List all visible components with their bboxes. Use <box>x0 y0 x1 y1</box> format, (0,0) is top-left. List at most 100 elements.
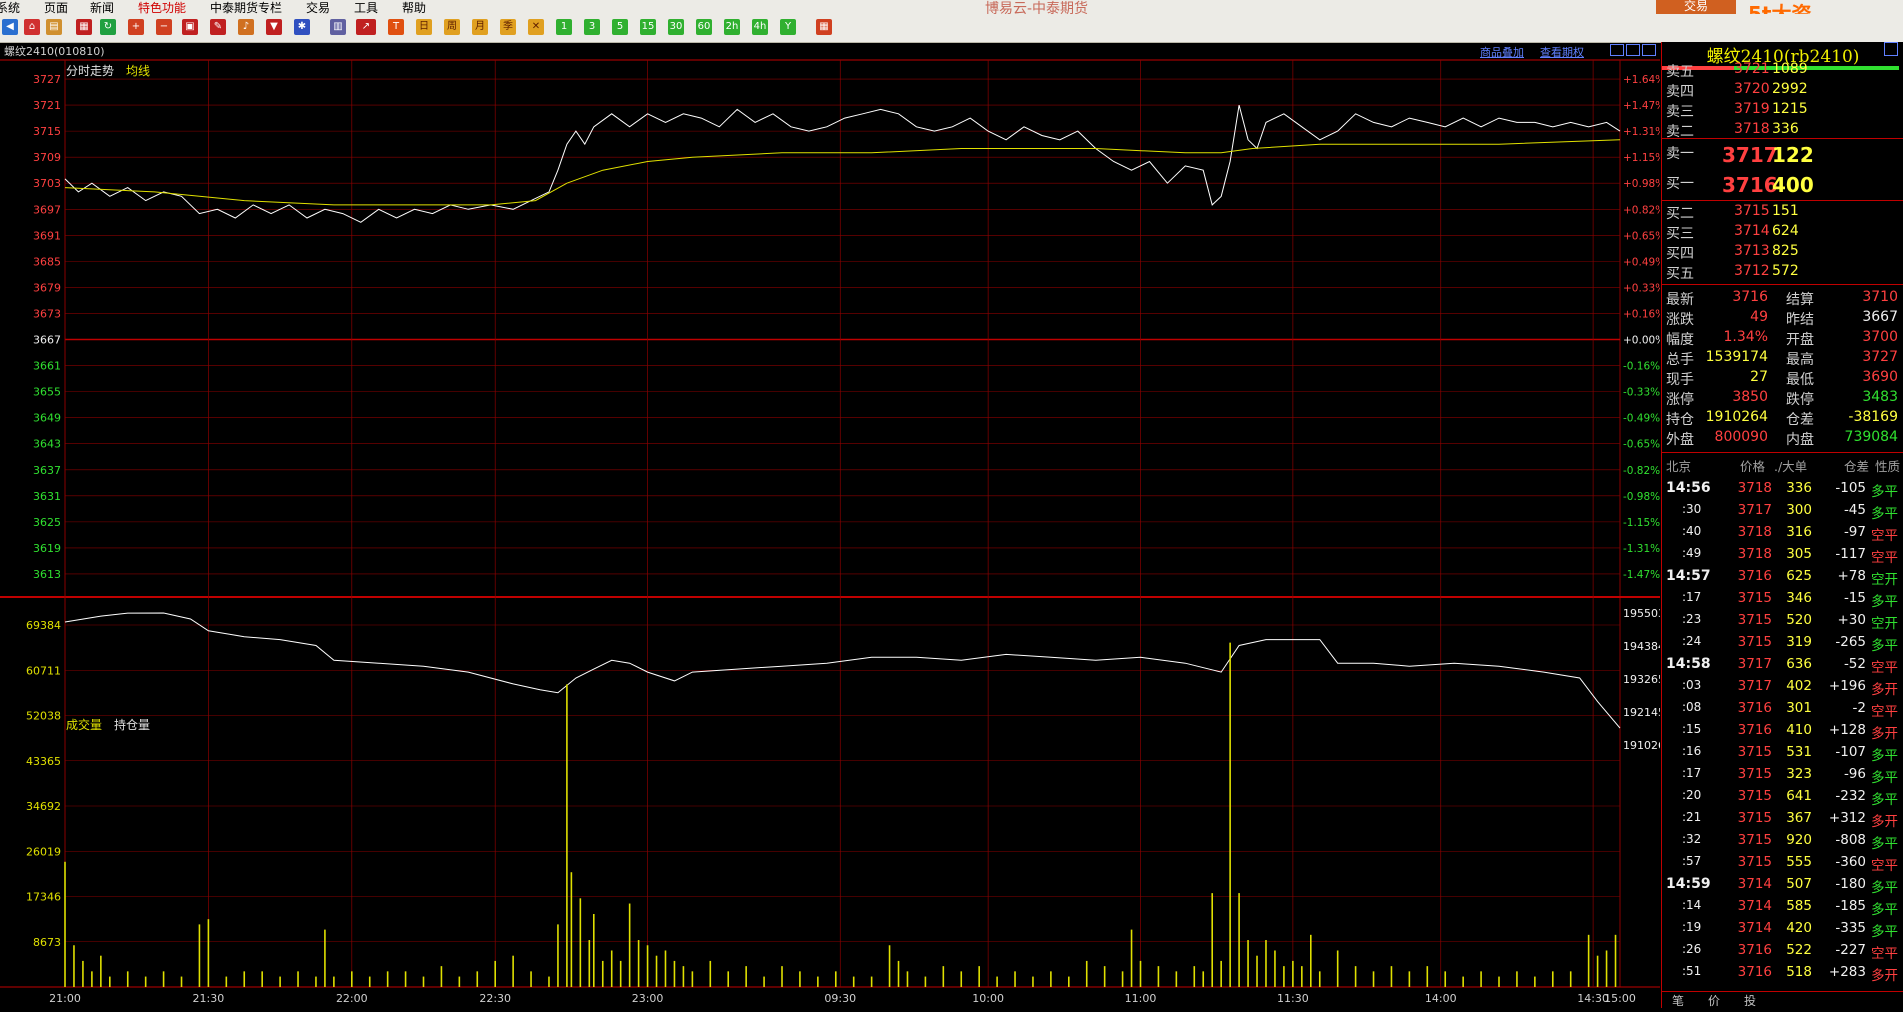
time-tick-label: 23:00 <box>632 992 664 1005</box>
quarter-period-icon[interactable]: 季 <box>500 19 516 35</box>
time-tick-label: 22:00 <box>336 992 368 1005</box>
tick-row: :24 3715 319 -265 多平 <box>1662 632 1903 654</box>
week-period-icon[interactable]: 周 <box>444 19 460 35</box>
tick-oi-change: -265 <box>1835 634 1866 650</box>
stat-label: 持仓 <box>1666 412 1694 428</box>
filter-icon[interactable]: ▼ <box>266 19 282 35</box>
tick-price: 3716 <box>1737 942 1772 958</box>
window-icon[interactable]: ▣ <box>182 19 198 35</box>
bid-volume: 151 <box>1772 203 1799 219</box>
ask-price: 3719 <box>1734 101 1770 117</box>
restore-icon[interactable] <box>1626 44 1640 56</box>
indicator-icon[interactable]: ✱ <box>294 19 310 35</box>
tick-nature: 多开 <box>1871 682 1898 698</box>
tick-volume: 367 <box>1786 810 1812 826</box>
tick-nature: 空开 <box>1871 616 1898 632</box>
volume-tick-label: 17346 <box>26 891 61 904</box>
period-30min-icon[interactable]: 30 <box>668 19 684 35</box>
tick-row: :03 3717 402 +196 多开 <box>1662 676 1903 698</box>
period-60min-icon[interactable]: 60 <box>696 19 712 35</box>
tick-nature: 多开 <box>1871 814 1898 830</box>
bid-price: 3716 <box>1722 173 1778 197</box>
tick-nature: 多平 <box>1871 836 1898 852</box>
stat-label: 结算 <box>1786 292 1814 308</box>
overlay-link[interactable]: 商品叠加 <box>1480 44 1524 60</box>
volume-tick-label: 69384 <box>26 619 61 632</box>
quote-panel: 螺纹2410(rb2410) 卖五 3721 1089 卖四 3720 2992 卖三 371… <box>1661 42 1903 1008</box>
ask-volume: 1089 <box>1772 61 1808 77</box>
bid-volume: 400 <box>1772 173 1814 197</box>
tick-volume: 585 <box>1786 898 1812 914</box>
price-tick-label: 3631 <box>33 490 61 503</box>
stat-row: 外盘 800090 内盘 739084 <box>1662 428 1903 448</box>
draw-icon[interactable]: ✎ <box>210 19 226 35</box>
intraday-chart-icon[interactable]: ↗ <box>356 19 376 35</box>
tick-nature: 空平 <box>1871 858 1898 874</box>
tick-nature: 多平 <box>1871 880 1898 896</box>
period-15min-icon[interactable]: 15 <box>640 19 656 35</box>
tick-time: :51 <box>1682 964 1702 978</box>
tab-price[interactable]: 价 <box>1708 992 1720 1009</box>
tick-price: 3715 <box>1737 612 1772 628</box>
intraday-chart[interactable]: 3727 +1.64% 3721 +1.47% 3715 +1.31% 3709 +1.15%… <box>0 42 1672 1008</box>
stat-value: 3850 <box>1732 389 1768 405</box>
month-period-icon[interactable]: 月 <box>472 19 488 35</box>
ask-price: 3721 <box>1734 61 1770 77</box>
tab-invest[interactable]: 投 <box>1744 992 1756 1009</box>
bid-label: 买二 <box>1666 206 1694 222</box>
tick-time: :14 <box>1682 898 1702 912</box>
zoom-out-icon[interactable]: − <box>156 19 172 35</box>
percent-tick-label: -0.33% <box>1623 387 1660 399</box>
tick-oi-change: -117 <box>1835 546 1866 562</box>
table-icon[interactable]: ▥ <box>330 19 346 35</box>
year-period-icon[interactable]: ✕ <box>528 19 544 35</box>
period-4h-icon[interactable]: 4h <box>752 19 768 35</box>
tick-nature: 空平 <box>1871 528 1898 544</box>
tick-volume: 531 <box>1786 744 1812 760</box>
time-tick-label: 10:00 <box>972 992 1004 1005</box>
back-icon[interactable]: ◀ <box>2 19 18 35</box>
calculator-icon[interactable]: ▦ <box>816 19 832 35</box>
tick-nature: 多开 <box>1871 726 1898 742</box>
percent-tick-label: -0.49% <box>1623 413 1660 425</box>
tab-ticks[interactable]: 笔 <box>1672 992 1684 1009</box>
period-2h-icon[interactable]: 2h <box>724 19 740 35</box>
panel-toggle-icon[interactable] <box>1884 42 1898 56</box>
stat-label: 跌停 <box>1786 392 1814 408</box>
refresh-icon[interactable]: ↻ <box>100 19 116 35</box>
notes-icon[interactable]: ▤ <box>46 19 62 35</box>
tick-oi-change: -227 <box>1835 942 1866 958</box>
period-3min-icon[interactable]: 3 <box>584 19 600 35</box>
tick-time: :24 <box>1682 634 1702 648</box>
stat-value: 1910264 <box>1705 409 1768 425</box>
stat-label: 开盘 <box>1786 332 1814 348</box>
time-tick-label: 21:00 <box>49 992 81 1005</box>
trade-button[interactable]: 交易 <box>1656 0 1736 14</box>
period-year-icon[interactable]: Y <box>780 19 796 35</box>
tick-time: 14:56 <box>1666 480 1711 496</box>
period-1min-icon[interactable]: 1 <box>556 19 572 35</box>
tick-price: 3715 <box>1737 634 1772 650</box>
stat-value: 3727 <box>1862 349 1898 365</box>
volume-tick-label: 60711 <box>26 664 61 677</box>
home-icon[interactable]: ⌂ <box>24 19 40 35</box>
tick-volume: 305 <box>1786 546 1812 562</box>
layout-icon[interactable] <box>1610 44 1624 56</box>
tick-row: :51 3716 518 +283 多开 <box>1662 962 1903 984</box>
day-period-icon[interactable]: 日 <box>416 19 432 35</box>
zoom-in-icon[interactable]: + <box>128 19 144 35</box>
maximize-icon[interactable] <box>1642 44 1656 56</box>
tick-price: 3718 <box>1737 546 1772 562</box>
period-5min-icon[interactable]: 5 <box>612 19 628 35</box>
bid-price: 3715 <box>1734 203 1770 219</box>
news-icon[interactable]: ▦ <box>76 19 92 35</box>
stat-value: 49 <box>1750 309 1768 325</box>
alert-icon[interactable]: ♪ <box>238 19 254 35</box>
options-link[interactable]: 查看期权 <box>1540 44 1584 60</box>
stat-label: 总手 <box>1666 352 1694 368</box>
tick-row: :17 3715 323 -96 多平 <box>1662 764 1903 786</box>
tick-chart-icon[interactable]: T <box>388 19 404 35</box>
time-tick-label: 11:30 <box>1277 992 1309 1005</box>
price-tick-label: 3727 <box>33 73 61 86</box>
tick-time: :15 <box>1682 722 1702 736</box>
